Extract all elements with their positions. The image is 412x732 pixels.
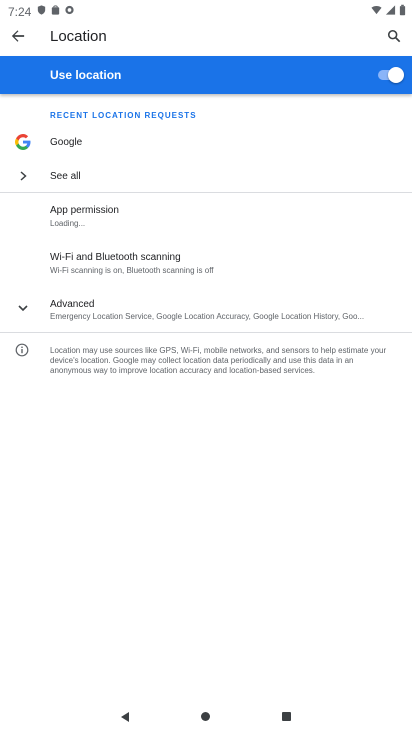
advanced-title: Advanced bbox=[50, 299, 95, 310]
status-bar: 7:24 bbox=[0, 0, 412, 24]
battery-icon bbox=[399, 4, 406, 16]
recent-requests-header: RECENT LOCATION REQUESTS bbox=[50, 111, 197, 120]
see-all-label: See all bbox=[50, 171, 81, 182]
nav-back-icon[interactable] bbox=[120, 711, 130, 723]
info-icon bbox=[15, 343, 29, 357]
see-all-item[interactable]: See all bbox=[0, 164, 412, 188]
nav-recents-icon[interactable] bbox=[282, 712, 291, 721]
wifi-icon bbox=[371, 5, 382, 15]
use-location-label: Use location bbox=[50, 68, 122, 82]
page-title: Location bbox=[50, 28, 107, 45]
chevron-down-icon bbox=[13, 298, 33, 318]
wifi-bluetooth-scanning-subtitle: Wi-Fi scanning is on, Bluetooth scanning… bbox=[50, 266, 214, 275]
play-store-icon bbox=[51, 5, 60, 15]
sync-icon bbox=[65, 5, 74, 15]
chevron-right-icon bbox=[13, 166, 33, 186]
back-button[interactable] bbox=[6, 24, 30, 48]
location-footer-text: Location may use sources like GPS, Wi-Fi… bbox=[50, 346, 387, 375]
search-button[interactable] bbox=[382, 24, 406, 48]
app-permission-item[interactable]: App permission Loading... bbox=[0, 200, 412, 236]
status-time: 7:24 bbox=[8, 5, 32, 19]
app-permission-subtitle: Loading... bbox=[50, 219, 86, 228]
app-name: Google bbox=[50, 137, 83, 148]
use-location-switch-bar[interactable]: Use location bbox=[0, 56, 412, 94]
cell-signal-icon bbox=[385, 5, 396, 15]
advanced-subtitle: Emergency Location Service, Google Locat… bbox=[50, 312, 365, 321]
system-status-icons bbox=[371, 4, 406, 16]
recent-request-google[interactable]: Google bbox=[0, 128, 412, 156]
advanced-item[interactable]: Advanced Emergency Location Service, Goo… bbox=[0, 292, 412, 328]
notification-icons bbox=[36, 4, 75, 16]
divider bbox=[0, 192, 412, 193]
use-location-toggle[interactable] bbox=[378, 67, 404, 83]
screen: 7:24 Location Use location RECENT LOCATI… bbox=[0, 0, 412, 732]
arrow-back-icon bbox=[11, 30, 25, 42]
nav-home-icon[interactable] bbox=[201, 712, 210, 721]
google-icon bbox=[13, 132, 33, 152]
wifi-bluetooth-scanning-title: Wi-Fi and Bluetooth scanning bbox=[50, 252, 181, 263]
app-permission-title: App permission bbox=[50, 205, 119, 216]
system-nav-bar bbox=[0, 702, 412, 732]
toggle-thumb bbox=[388, 67, 404, 83]
search-icon bbox=[387, 29, 401, 43]
wifi-bluetooth-scanning-item[interactable]: Wi-Fi and Bluetooth scanning Wi-Fi scann… bbox=[0, 246, 412, 282]
divider bbox=[0, 332, 412, 333]
app-toolbar: Location bbox=[0, 24, 412, 56]
shield-icon bbox=[37, 5, 46, 15]
